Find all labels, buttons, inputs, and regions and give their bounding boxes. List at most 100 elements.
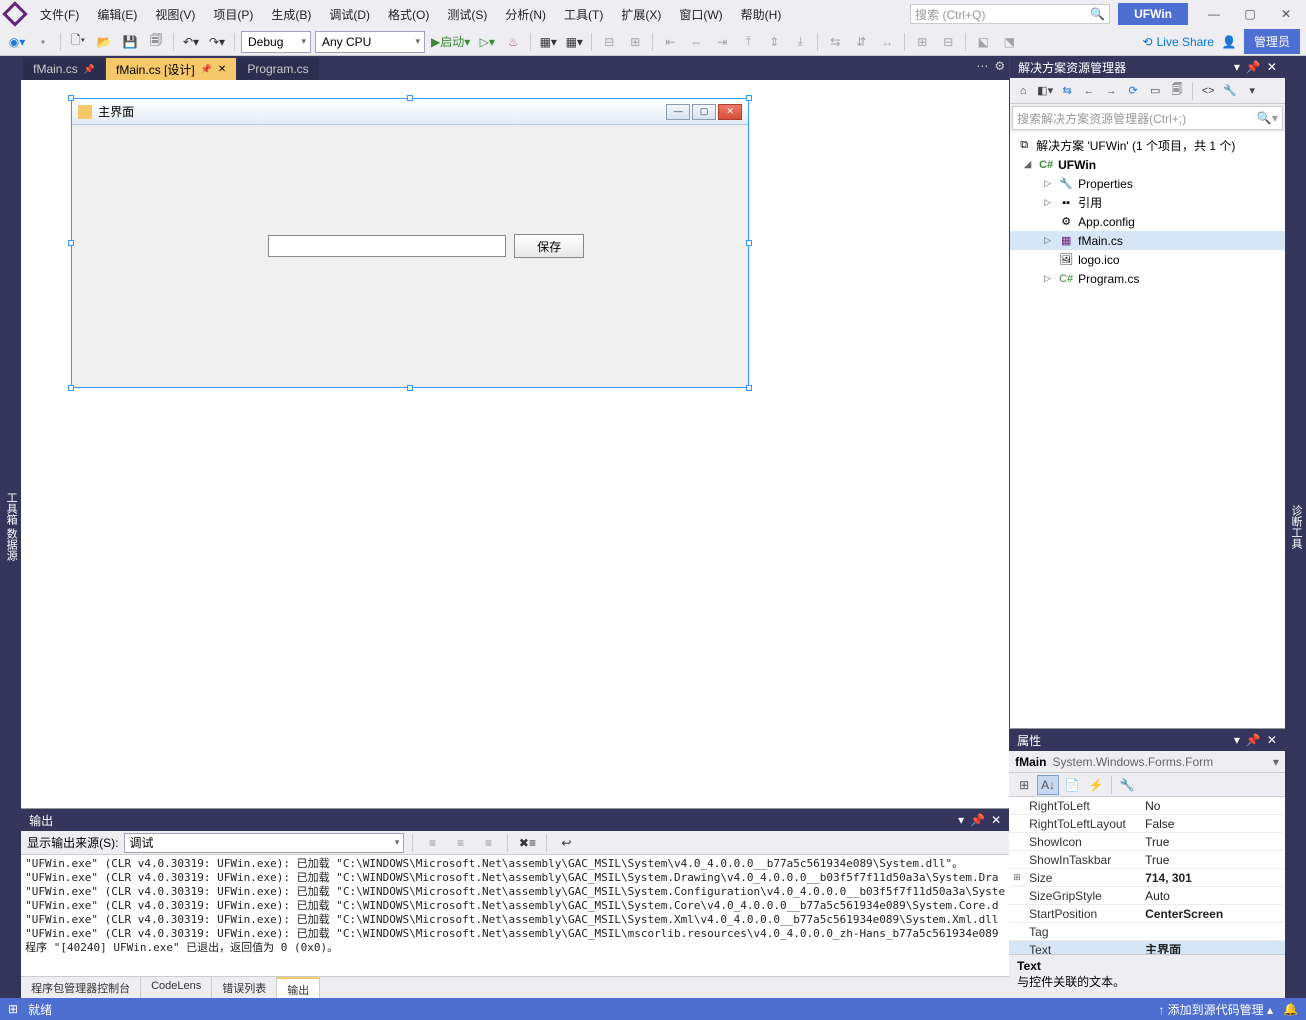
word-wrap-button[interactable]: ↩ [555,832,577,854]
tab-pkgmgr[interactable]: 程序包管理器控制台 [21,977,141,998]
props-object-combo[interactable]: fMain System.Windows.Forms.Form ▾ [1009,751,1285,773]
pin-icon[interactable]: 📌 [201,64,212,75]
menu-test[interactable]: 测试(S) [439,2,495,27]
property-value[interactable] [1139,923,1285,940]
align-center-h[interactable]: ⇔ [685,31,707,53]
property-row[interactable]: StartPositionCenterScreen [1009,905,1285,923]
feedback-button[interactable]: 👤 [1218,31,1240,53]
layout-btn-2[interactable]: ▦▾ [563,31,585,53]
close-icon[interactable]: ✕ [991,813,1001,827]
sln-sync-icon[interactable]: ⇆ [1058,82,1076,100]
resize-handle[interactable] [68,95,74,101]
form-designer-surface[interactable]: 主界面 — ▢ ✕ 保存 [21,80,1009,808]
form-close-button[interactable]: ✕ [718,104,742,120]
sln-header[interactable]: 解决方案资源管理器 ▾📌✕ [1010,56,1285,78]
props-wrench-button[interactable]: 🔧 [1116,775,1138,795]
resize-handle[interactable] [68,385,74,391]
sln-refresh-icon[interactable]: ⟳ [1124,82,1142,100]
sln-properties-icon[interactable]: 🔧 [1221,82,1239,100]
tab-output[interactable]: 输出 [277,977,320,998]
spacing-2[interactable]: ⇵ [850,31,872,53]
property-row[interactable]: Size714, 301 [1009,869,1285,887]
output-source-combo[interactable]: 调试 [124,833,404,853]
menu-debug[interactable]: 调试(D) [321,2,378,27]
status-grid-icon[interactable]: ⊞ [8,1002,18,1016]
property-row[interactable]: Text主界面 [1009,941,1285,954]
window-close-button[interactable]: ✕ [1272,4,1300,24]
out-btn-1[interactable]: ≡ [421,832,443,854]
caret-icon[interactable]: ▷ [1044,178,1054,189]
close-icon[interactable]: ✕ [218,64,226,75]
start-nodbg-button[interactable]: ▷▾ [476,31,498,53]
undo-button[interactable]: ↶▾ [180,31,202,53]
props-page-button[interactable]: 📄 [1061,775,1083,795]
tab-errorlist[interactable]: 错误列表 [212,977,277,998]
property-row[interactable]: ShowInTaskbarTrue [1009,851,1285,869]
pin-icon[interactable]: 📌 [84,64,95,75]
gear-icon[interactable]: ⚙ [994,59,1005,73]
start-debug-button[interactable]: ▶ 启动 ▾ [429,31,472,53]
menu-window[interactable]: 窗口(W) [671,2,730,27]
save-form-button[interactable]: 保存 [514,234,584,258]
align-middle[interactable]: ⇕ [763,31,785,53]
dropdown-icon[interactable]: ▾ [1234,733,1240,747]
resize-handle[interactable] [746,240,752,246]
align-left[interactable]: ⇤ [659,31,681,53]
tree-properties-node[interactable]: ▷🔧Properties [1010,174,1285,193]
dropdown-icon[interactable]: ▾ [958,813,964,827]
resize-handle[interactable] [407,95,413,101]
pin-icon[interactable]: 📌 [1246,733,1261,747]
sln-views-icon[interactable]: ◧▾ [1036,82,1054,100]
out-btn-3[interactable]: ≡ [477,832,499,854]
tree-references-node[interactable]: ▷▪▪引用 [1010,193,1285,212]
property-row[interactable]: RightToLeftNo [1009,797,1285,815]
align-right[interactable]: ⇥ [711,31,733,53]
save-all-button[interactable]: 🗐 [145,31,167,53]
pin-icon[interactable]: 📌 [1246,60,1261,74]
tab-fmain-designer[interactable]: fMain.cs [设计] 📌 ✕ [106,58,236,80]
size-2[interactable]: ⊟ [937,31,959,53]
tab-overflow-icon[interactable]: ⋯ [976,59,988,73]
out-btn-2[interactable]: ≡ [449,832,471,854]
menu-view[interactable]: 视图(V) [147,2,203,27]
tab-fmain-cs[interactable]: fMain.cs 📌 [23,58,105,80]
menu-format[interactable]: 格式(O) [380,2,437,27]
property-value[interactable]: No [1139,797,1285,814]
tree-project-node[interactable]: ◢C#UFWin [1010,155,1285,174]
resize-handle[interactable] [746,95,752,101]
spacing-3[interactable]: ↔ [876,31,898,53]
align-2[interactable]: ⊞ [624,31,646,53]
align-1[interactable]: ⊟ [598,31,620,53]
resize-handle[interactable] [68,240,74,246]
window-restore-button[interactable]: ▢ [1236,4,1264,24]
pin-icon[interactable]: 📌 [970,813,985,827]
sln-preview-icon[interactable]: ▾ [1243,82,1261,100]
layout-btn-1[interactable]: ▦▾ [537,31,559,53]
resize-handle[interactable] [746,385,752,391]
tree-program-node[interactable]: ▷C#Program.cs [1010,269,1285,288]
size-1[interactable]: ⊞ [911,31,933,53]
menu-project[interactable]: 项目(P) [205,2,261,27]
notifications-icon[interactable]: 🔔 [1283,1002,1298,1016]
sln-search-input[interactable]: 搜索解决方案资源管理器(Ctrl+;) 🔍▾ [1012,106,1283,130]
property-grid[interactable]: RightToLeftNoRightToLeftLayoutFalseShowI… [1009,797,1285,954]
tab-codelens[interactable]: CodeLens [141,977,212,998]
hot-reload-button[interactable]: ♨ [502,31,524,53]
events-button[interactable]: ⚡ [1085,775,1107,795]
sln-home-icon[interactable]: ⌂ [1014,82,1032,100]
resize-handle[interactable] [407,385,413,391]
sln-code-icon[interactable]: <> [1199,82,1217,100]
back-button[interactable]: ◉▾ [6,31,28,53]
menu-tools[interactable]: 工具(T) [556,2,611,27]
window-minimize-button[interactable]: ― [1200,4,1228,24]
property-row[interactable]: Tag [1009,923,1285,941]
close-icon[interactable]: ✕ [1267,60,1277,74]
props-header[interactable]: 属性 ▾📌✕ [1009,729,1285,751]
solution-tree[interactable]: ⧉解决方案 'UFWin' (1 个项目，共 1 个) ◢C#UFWin ▷🔧P… [1010,132,1285,728]
property-value[interactable]: False [1139,815,1285,832]
property-value[interactable]: True [1139,833,1285,850]
alphabetical-button[interactable]: A↓ [1037,775,1059,795]
redo-button[interactable]: ↷▾ [206,31,228,53]
left-sidebar-tabs[interactable]: 工具箱 数据源 [0,56,21,998]
form-maximize-button[interactable]: ▢ [692,104,716,120]
